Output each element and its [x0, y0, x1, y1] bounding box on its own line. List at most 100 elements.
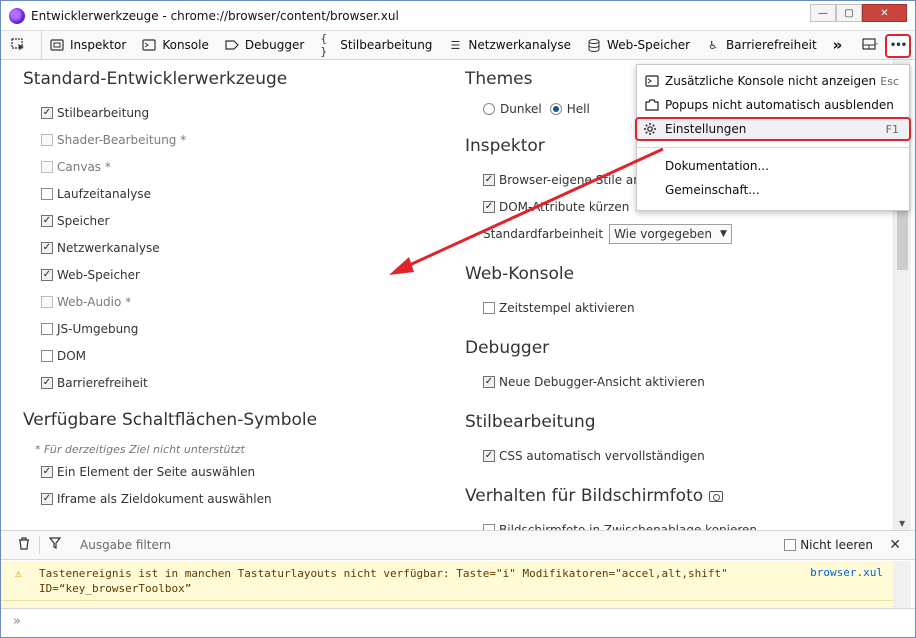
tab-debugger[interactable]: Debugger — [217, 31, 312, 60]
settings-left-column: Standard-Entwicklerwerkzeuge ✓ Stilbearbe… — [23, 69, 443, 512]
dock-layout-icon — [862, 37, 878, 54]
console-warning-message: ⚠ Tastenereignis ist in manchen Tastatur… — [1, 561, 893, 601]
color-unit-select[interactable]: Wie vorgegeben ▼ — [609, 223, 732, 244]
tab-inspector[interactable]: Inspektor — [42, 31, 134, 60]
menu-item-documentation-label: Dokumentation... — [665, 159, 769, 173]
theme-dark-radio[interactable] — [483, 103, 495, 115]
checkbox-row[interactable]: ✓ Netzwerkanalyse — [23, 234, 443, 261]
split-console-icon — [645, 74, 659, 88]
checkbox-row[interactable]: Shader-Bearbeitung * — [23, 126, 443, 153]
clear-console-button[interactable] — [11, 531, 37, 559]
checkbox-row[interactable]: JS-Umgebung — [23, 315, 443, 342]
toolbar-overflow-button[interactable]: » — [825, 31, 851, 60]
close-window-button[interactable]: ✕ — [862, 4, 907, 22]
checkbox-label: JS-Umgebung — [57, 321, 139, 336]
debugger-icon — [225, 38, 239, 52]
tab-network[interactable]: ☰ Netzwerkanalyse — [440, 31, 579, 60]
menu-item-disable-popup-autohide[interactable]: Popups nicht automatisch ausblenden — [637, 93, 909, 117]
menu-item-split-console-shortcut: Esc — [880, 74, 899, 88]
console-scrollbar[interactable] — [893, 561, 911, 608]
tab-console[interactable]: Konsole — [134, 31, 217, 60]
tab-console-label: Konsole — [162, 38, 209, 52]
checkbox-label: Speicher — [57, 213, 110, 228]
warning-text: Tastenereignis ist in manchen Tastaturla… — [39, 567, 728, 595]
tab-debugger-label: Debugger — [244, 38, 305, 52]
checkbox-row[interactable]: Laufzeitanalyse — [23, 180, 443, 207]
tab-style-editor[interactable]: { } Stilbearbeitung — [312, 31, 440, 60]
menu-item-documentation[interactable]: Dokumentation... — [637, 154, 909, 178]
checkbox-row[interactable]: Bildschirmfoto in Zwischenablage kopiere… — [465, 516, 885, 530]
inspector-icon — [50, 38, 64, 52]
popup-icon — [645, 98, 659, 112]
tab-style-editor-label: Stilbearbeitung — [340, 38, 433, 52]
color-unit-row: Standardfarbeinheit Wie vorgegeben ▼ — [465, 220, 885, 247]
checkbox-label: Laufzeitanalyse — [57, 186, 151, 201]
checkbox-checked[interactable]: ✓ — [41, 376, 53, 389]
checkbox-row[interactable]: ✓ CSS automatisch vervollständigen — [465, 442, 885, 469]
checkbox-checked[interactable]: ✓ — [483, 449, 495, 462]
dock-layout-button[interactable] — [857, 35, 883, 57]
console-icon — [142, 38, 156, 52]
checkbox-checked[interactable]: ✓ — [483, 200, 495, 213]
checkbox-checked[interactable]: ✓ — [41, 268, 53, 281]
checkbox-checked[interactable]: ✓ — [41, 465, 53, 478]
checkbox-row[interactable]: Zeitstempel aktivieren — [465, 294, 885, 321]
tab-inspector-label: Inspektor — [70, 38, 127, 52]
menu-item-settings-shortcut: F1 — [885, 122, 899, 136]
checkbox-unchecked[interactable] — [41, 187, 53, 200]
checkbox-unchecked[interactable] — [41, 322, 53, 335]
checkbox-unchecked[interactable] — [483, 301, 495, 314]
checkbox-unchecked[interactable] — [41, 295, 53, 308]
menu-item-disable-popup-autohide-label: Popups nicht automatisch ausblenden — [665, 98, 894, 112]
checkbox-unchecked[interactable] — [41, 349, 53, 362]
console-input[interactable]: » — [1, 608, 915, 637]
checkbox-row[interactable]: Canvas * — [23, 153, 443, 180]
checkbox-row[interactable]: ✓ Ein Element der Seite auswählen — [23, 458, 443, 485]
checkbox-row[interactable]: ✓ Web-Speicher — [23, 261, 443, 288]
toolbar-right-controls: ••• — [857, 31, 911, 60]
tab-storage[interactable]: Web-Speicher — [579, 31, 698, 60]
menu-item-settings-label: Einstellungen — [665, 122, 747, 136]
checkbox-row[interactable]: ✓ Neue Debugger-Ansicht aktivieren — [465, 368, 885, 395]
checkbox-unchecked[interactable] — [41, 160, 53, 173]
menu-item-split-console[interactable]: Zusätzliche Konsole nicht anzeigen Esc — [637, 69, 909, 93]
close-console-icon[interactable]: ✕ — [889, 537, 901, 553]
checkbox-checked[interactable]: ✓ — [41, 214, 53, 227]
persist-logs-option[interactable]: Nicht leeren — [784, 538, 873, 552]
checkbox-row[interactable]: ✓ Speicher — [23, 207, 443, 234]
checkbox-label: Web-Speicher — [57, 267, 140, 282]
checkbox-row[interactable]: ✓ Iframe als Zieldokument auswählen — [23, 485, 443, 512]
scrollbar-thumb[interactable] — [897, 210, 908, 270]
menu-item-community[interactable]: Gemeinschaft... — [637, 178, 909, 202]
persist-logs-checkbox[interactable] — [784, 539, 797, 551]
filter-input[interactable]: Ausgabe filtern — [80, 538, 171, 552]
checkbox-row[interactable]: Web-Audio * — [23, 288, 443, 315]
element-picker-button[interactable] — [1, 30, 42, 60]
checkbox-row[interactable]: ✓ Barrierefreiheit — [23, 369, 443, 396]
checkbox-checked[interactable]: ✓ — [483, 173, 495, 186]
theme-light-radio[interactable] — [549, 103, 562, 115]
screenshot-heading-text: Verhalten für Bildschirmfoto — [465, 486, 704, 506]
checkbox-unchecked[interactable] — [41, 133, 53, 146]
scroll-down-arrow-icon[interactable]: ▼ — [899, 519, 905, 528]
maximize-button[interactable]: ▢ — [836, 4, 862, 22]
menu-item-settings[interactable]: Einstellungen F1 — [635, 117, 911, 141]
tab-accessibility[interactable]: ♿ Barrierefreiheit — [698, 31, 825, 60]
styleeditor-heading: Stilbearbeitung — [465, 412, 596, 432]
minimize-button[interactable]: — — [810, 4, 836, 22]
checkbox-row[interactable]: DOM — [23, 342, 443, 369]
checkbox-checked[interactable]: ✓ — [41, 241, 53, 254]
checkbox-checked[interactable]: ✓ — [41, 106, 53, 119]
filter-toggle-button[interactable] — [42, 531, 68, 559]
devtools-window: Entwicklerwerkzeuge - chrome://browser/c… — [0, 0, 916, 638]
checkbox-checked[interactable]: ✓ — [41, 492, 53, 505]
checkbox-row[interactable]: ✓ Stilbearbeitung — [23, 99, 443, 126]
warning-source-link[interactable]: browser.xul — [810, 566, 883, 579]
checkbox-label: Web-Audio * — [57, 294, 132, 309]
more-options-button[interactable]: ••• — [885, 33, 911, 58]
checkbox-checked[interactable]: ✓ — [483, 375, 495, 388]
element-picker-icon — [11, 38, 25, 52]
checkbox-label: DOM-Attribute kürzen — [499, 199, 630, 214]
title-bar: Entwicklerwerkzeuge - chrome://browser/c… — [1, 1, 915, 31]
checkbox-label: Zeitstempel aktivieren — [499, 300, 635, 315]
